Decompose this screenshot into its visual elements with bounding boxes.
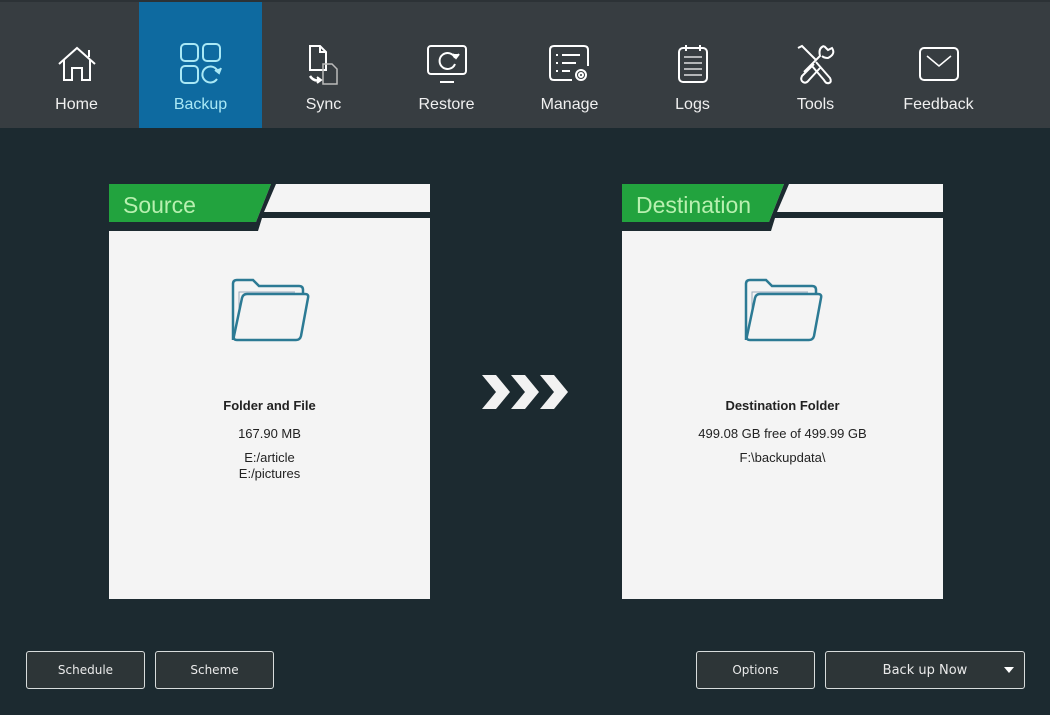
source-path: E:/article xyxy=(244,450,295,465)
folder-icon[interactable] xyxy=(742,278,824,344)
source-header: Source xyxy=(109,184,430,231)
nav-home[interactable]: Home xyxy=(15,2,138,128)
backup-now-button[interactable]: Back up Now xyxy=(825,651,1025,689)
source-details: Folder and File 167.90 MB E:/article E:/… xyxy=(109,398,430,482)
nav-label: Feedback xyxy=(903,96,974,113)
nav-label: Manage xyxy=(540,96,599,113)
nav-feedback[interactable]: Feedback xyxy=(877,2,1000,128)
destination-path: F:\backupdata\ xyxy=(739,450,826,465)
nav-label: Sync xyxy=(305,96,342,113)
tools-icon xyxy=(794,42,838,86)
destination-header: Destination xyxy=(622,184,943,231)
nav-label: Backup xyxy=(173,96,228,113)
logs-icon xyxy=(671,42,715,86)
source-panel[interactable]: Source Folder and File 167.90 MB E:/arti… xyxy=(109,184,430,599)
sync-icon xyxy=(302,42,346,86)
source-heading: Folder and File xyxy=(223,398,316,413)
chevrons-right-icon xyxy=(482,375,568,409)
source-path: E:/pictures xyxy=(238,466,301,481)
destination-title: Destination xyxy=(636,192,752,218)
destination-panel[interactable]: Destination Destination Folder 499.08 GB… xyxy=(622,184,943,599)
nav-backup[interactable]: Backup xyxy=(139,2,262,128)
nav-tools[interactable]: Tools xyxy=(754,2,877,128)
nav-label: Tools xyxy=(796,96,835,113)
nav-manage[interactable]: Manage xyxy=(508,2,631,128)
folder-icon[interactable] xyxy=(229,278,311,344)
scheme-button[interactable]: Scheme xyxy=(155,651,274,689)
feedback-icon xyxy=(917,42,961,86)
restore-icon xyxy=(425,42,469,86)
main-toolbar: Home Backup Sync Restore Manage Logs Too… xyxy=(0,0,1050,128)
backup-now-label: Back up Now xyxy=(882,662,968,678)
manage-icon xyxy=(548,42,592,86)
destination-details: Destination Folder 499.08 GB free of 499… xyxy=(622,398,943,466)
home-icon xyxy=(55,42,99,86)
source-size: 167.90 MB xyxy=(238,426,301,441)
nav-label: Logs xyxy=(675,96,710,113)
schedule-button[interactable]: Schedule xyxy=(26,651,145,689)
source-title: Source xyxy=(123,192,196,218)
nav-label: Home xyxy=(55,96,98,113)
backup-icon xyxy=(179,42,223,86)
nav-logs[interactable]: Logs xyxy=(631,2,754,128)
destination-heading: Destination Folder xyxy=(725,398,840,413)
nav-restore[interactable]: Restore xyxy=(385,2,508,128)
nav-label: Restore xyxy=(418,96,475,113)
options-button[interactable]: Options xyxy=(696,651,815,689)
nav-sync[interactable]: Sync xyxy=(262,2,385,128)
destination-space: 499.08 GB free of 499.99 GB xyxy=(698,426,867,441)
dropdown-caret-icon[interactable] xyxy=(1004,667,1014,673)
